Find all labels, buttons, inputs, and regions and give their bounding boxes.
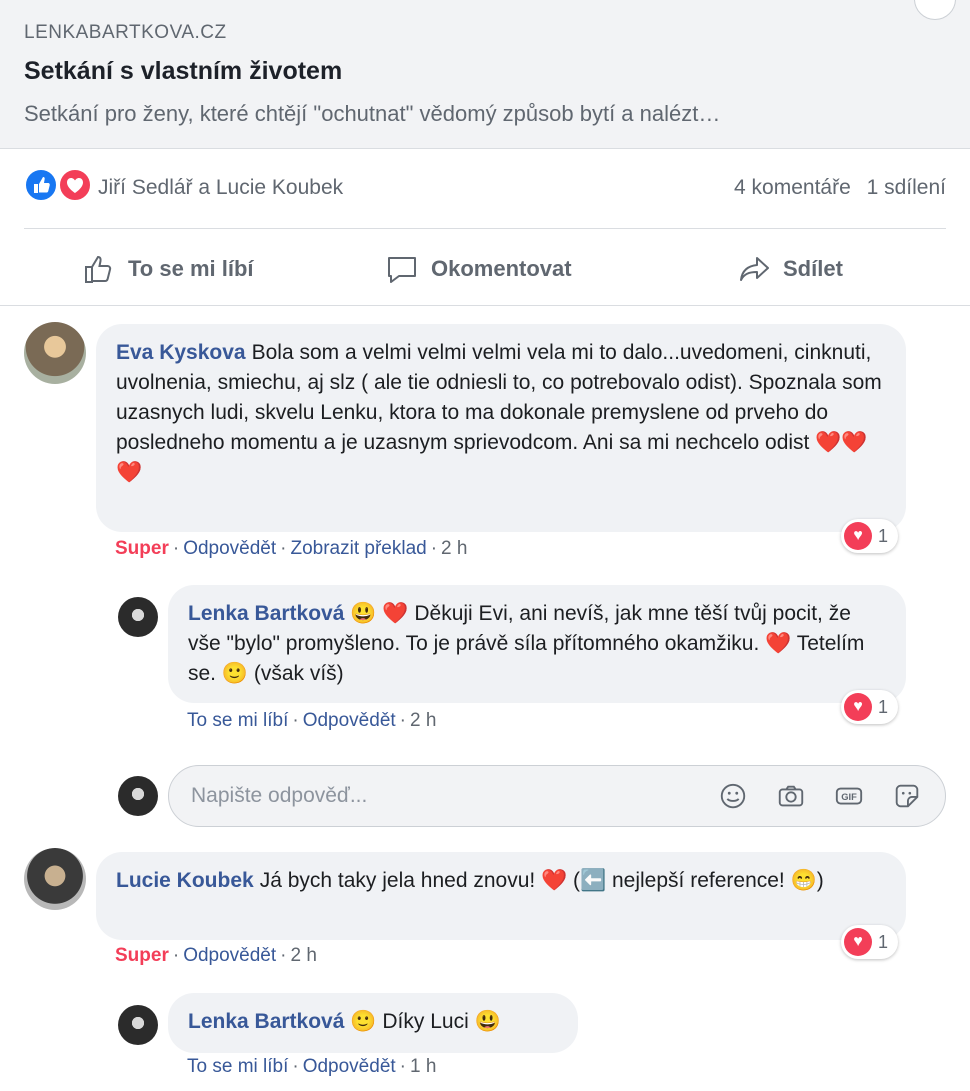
love-reaction-icon[interactable] — [58, 168, 92, 202]
svg-text:GIF: GIF — [841, 792, 857, 802]
reaction-names[interactable]: Jiří Sedlář a Lucie Koubek — [98, 176, 343, 200]
reply-link[interactable]: Odpovědět — [183, 945, 276, 966]
comment-bubble: Lucie Koubek Já bych taky jela hned znovu… — [96, 852, 906, 940]
reply-time[interactable]: 1 h — [410, 1056, 436, 1077]
reaction-count: 1 — [878, 525, 889, 546]
share-label: Sdílet — [783, 256, 843, 281]
super-reaction-link[interactable]: Super — [115, 945, 169, 966]
like-label: To se mi líbí — [128, 256, 254, 281]
reply-link[interactable]: Odpovědět — [183, 538, 276, 559]
reply-link[interactable]: Odpovědět — [303, 1056, 396, 1077]
reaction-count: 1 — [878, 931, 889, 952]
gif-icon[interactable]: GIF — [833, 780, 865, 812]
speech-bubble-icon — [388, 257, 416, 283]
comment-author[interactable]: Eva Kyskova — [116, 341, 246, 364]
super-reaction-link[interactable]: Super — [115, 538, 169, 559]
reply-meta: To se mi líbí · Odpovědět · 1 h — [187, 1056, 437, 1077]
input-icons: GIF — [717, 780, 923, 812]
heart-icon: ♥ — [844, 928, 872, 956]
link-source: LENKABARTKOVA.CZ — [24, 22, 227, 43]
avatar[interactable] — [24, 848, 86, 910]
share-arrow-icon — [740, 257, 769, 281]
comment-text: Já bych taky jela hned znovu! ❤️ (⬅️ nej… — [259, 869, 824, 892]
link-preview[interactable]: LENKABARTKOVA.CZ Setkání s vlastním živo… — [0, 0, 970, 149]
divider — [24, 228, 946, 229]
reply-link[interactable]: Odpovědět — [303, 710, 396, 731]
reply-reaction-badge[interactable]: ♥ 1 — [841, 690, 899, 724]
comment-button[interactable]: Okomentovat — [385, 252, 572, 286]
sticker-icon[interactable] — [891, 780, 923, 812]
current-user-avatar — [118, 776, 158, 816]
reply-placeholder: Napište odpověď... — [191, 784, 368, 807]
like-reaction-icon[interactable] — [24, 168, 58, 202]
comment-label: Okomentovat — [431, 256, 572, 281]
comment-author[interactable]: Lucie Koubek — [116, 869, 254, 892]
heart-emoji: ❤️ — [765, 632, 792, 655]
like-button[interactable]: To se mi líbí — [82, 252, 254, 286]
comment-time[interactable]: 2 h — [441, 538, 467, 559]
camera-icon[interactable] — [775, 780, 807, 812]
link-description: Setkání pro ženy, které chtějí "ochutnat… — [24, 101, 721, 126]
comment-reaction-badge[interactable]: ♥ 1 — [841, 925, 899, 959]
shares-count[interactable]: 1 sdílení — [867, 176, 946, 199]
reply-input[interactable]: Napište odpověď... GIF — [168, 765, 946, 827]
post-actions: To se mi líbí Okomentovat Sdílet — [0, 240, 970, 296]
comment-time[interactable]: 2 h — [290, 945, 316, 966]
thumbs-up-icon — [85, 255, 112, 283]
like-link[interactable]: To se mi líbí — [187, 710, 288, 731]
heart-icon: ♥ — [844, 522, 872, 550]
reply-author[interactable]: Lenka Bartková — [188, 602, 344, 625]
emoji-icon[interactable] — [717, 780, 749, 812]
avatar[interactable] — [24, 322, 86, 384]
reply-time[interactable]: 2 h — [410, 710, 436, 731]
reply-bubble: Lenka Bartková 🙂 Díky Luci 😃 — [168, 993, 578, 1053]
divider — [0, 305, 970, 306]
link-title[interactable]: Setkání s vlastním životem — [24, 57, 342, 86]
reply-bubble: Lenka Bartková 😃 ❤️ Děkuji Evi, ani nevíš… — [168, 585, 906, 703]
comment-meta: Super · Odpovědět · Zobrazit překlad · 2 h — [115, 538, 468, 559]
like-link[interactable]: To se mi líbí — [187, 1056, 288, 1077]
reply-author[interactable]: Lenka Bartková — [188, 1010, 344, 1033]
translate-link[interactable]: Zobrazit překlad — [290, 538, 426, 559]
reply-meta: To se mi líbí · Odpovědět · 2 h — [187, 710, 437, 731]
heart-icon: ♥ — [844, 693, 872, 721]
info-button[interactable] — [914, 0, 956, 20]
avatar[interactable] — [118, 597, 158, 637]
comments-count[interactable]: 4 komentáře — [734, 176, 851, 199]
reply-text: 🙂 Díky Luci 😃 — [350, 1010, 501, 1033]
share-button[interactable]: Sdílet — [737, 252, 843, 286]
avatar[interactable] — [118, 1005, 158, 1045]
comment-meta: Super · Odpovědět · 2 h — [115, 945, 317, 966]
comment-bubble: Eva Kyskova Bola som a velmi velmi velmi … — [96, 324, 906, 532]
reaction-count: 1 — [878, 696, 889, 717]
reactions-summary: Jiří Sedlář a Lucie Koubek 4 komentáře 1… — [24, 168, 946, 208]
comment-reaction-badge[interactable]: ♥ 1 — [841, 519, 899, 553]
engagement-counts: 4 komentáře 1 sdílení — [724, 176, 946, 200]
